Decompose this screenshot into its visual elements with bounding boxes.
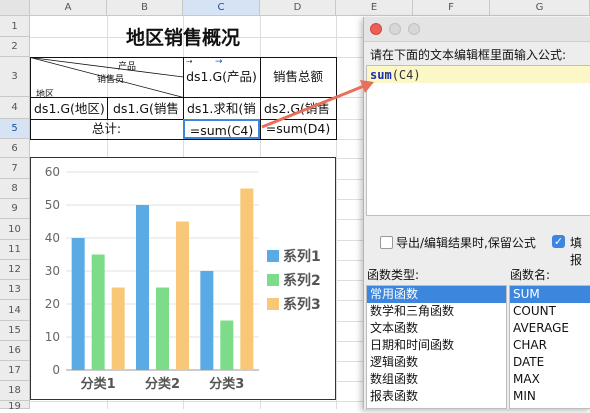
- function-name-item[interactable]: COUNT: [510, 303, 590, 320]
- formula-prompt: 请在下面的文本编辑框里面输入公式:: [370, 48, 567, 62]
- formula-argument: (C4): [391, 68, 421, 82]
- cell-a4[interactable]: ds1.G(地区): [31, 98, 107, 119]
- zoom-icon[interactable]: [408, 23, 420, 35]
- y-tick-label: 50: [45, 198, 60, 212]
- total-label[interactable]: 总计:: [30, 119, 183, 139]
- export-keep-formula-label: 导出/编辑结果时,保留公式: [396, 236, 536, 250]
- bar: [136, 205, 149, 370]
- function-type-item[interactable]: 报表函数: [367, 388, 506, 405]
- fill-label: 填报: [570, 236, 583, 267]
- function-type-item[interactable]: 常用函数: [367, 286, 506, 303]
- function-type-item[interactable]: 日期和时间函数: [367, 337, 506, 354]
- bar: [156, 287, 169, 370]
- function-name-header: 函数名:: [510, 268, 551, 282]
- bar: [71, 238, 85, 370]
- close-icon[interactable]: [370, 23, 382, 35]
- fill-checkbox[interactable]: ✓: [552, 235, 565, 248]
- formula-function: sum: [370, 68, 392, 82]
- expand-arrow-icon: →: [215, 57, 223, 67]
- y-tick-label: 20: [45, 297, 60, 311]
- function-name-item[interactable]: SUM: [510, 286, 590, 303]
- function-type-item[interactable]: 逻辑函数: [367, 354, 506, 371]
- function-name-item[interactable]: MIN: [510, 388, 590, 405]
- cell-d4[interactable]: ds2.G(销售: [261, 98, 336, 119]
- corner-label-product: 产品: [118, 62, 137, 72]
- function-type-header: 函数类型:: [367, 268, 420, 282]
- legend-swatch: [267, 250, 279, 262]
- bar: [91, 254, 105, 370]
- bar: [176, 221, 189, 370]
- legend-swatch: [267, 298, 279, 310]
- legend-label: 系列3: [283, 296, 321, 313]
- bar: [220, 320, 234, 370]
- bar: [111, 287, 125, 370]
- x-category-label: 分类1: [81, 376, 116, 392]
- bar-chart[interactable]: 0 10 20 30 40 50 60 分类1 分类2 分类3 系列1 系列2 系列3: [30, 157, 336, 400]
- cell-c4[interactable]: ds1.求和(销: [184, 98, 260, 119]
- function-name-item[interactable]: DATE: [510, 354, 590, 371]
- expand-right-marker-icon: ⇢: [186, 57, 193, 66]
- y-tick-label: 60: [45, 165, 60, 179]
- y-tick-label: 10: [45, 330, 60, 344]
- export-keep-formula-checkbox[interactable]: [380, 236, 393, 249]
- y-tick-label: 40: [45, 231, 60, 245]
- function-name-item[interactable]: AVERAGE: [510, 320, 590, 337]
- function-type-item[interactable]: 数学和三角函数: [367, 303, 506, 320]
- legend-label: 系列1: [283, 248, 321, 265]
- minimize-icon[interactable]: [389, 23, 401, 35]
- formula-dialog: 请在下面的文本编辑框里面输入公式: sum(C4) 导出/编辑结果时,保留公式 …: [363, 17, 590, 409]
- x-category-label: 分类3: [209, 376, 244, 392]
- report-title[interactable]: 地区销售概况: [30, 20, 336, 57]
- chart-canvas: 0 10 20 30 40 50 60 分类1 分类2 分类3 系列1 系列2 系列3: [45, 165, 321, 392]
- bar: [200, 271, 214, 370]
- function-type-item[interactable]: 文本函数: [367, 320, 506, 337]
- legend-swatch: [267, 274, 279, 286]
- function-type-list[interactable]: 常用函数 数学和三角函数 文本函数 日期和时间函数 逻辑函数 数组函数 报表函数: [366, 285, 507, 409]
- bar: [240, 188, 254, 370]
- cell-b4[interactable]: ds1.G(销售: [108, 98, 183, 119]
- x-category-label: 分类2: [145, 376, 180, 392]
- corner-label-salesperson: 销售员: [97, 75, 125, 85]
- formula-editor[interactable]: sum(C4): [366, 65, 590, 216]
- legend-label: 系列2: [283, 272, 321, 289]
- cell-c5-selected[interactable]: =sum(C4): [183, 119, 260, 139]
- function-name-list[interactable]: SUM COUNT AVERAGE CHAR DATE MAX MIN: [509, 285, 590, 409]
- cell-d3[interactable]: 销售总额: [260, 57, 336, 97]
- dialog-titlebar[interactable]: [364, 17, 590, 42]
- y-tick-label: 30: [45, 264, 60, 278]
- function-type-item[interactable]: 数组函数: [367, 371, 506, 388]
- function-name-item[interactable]: CHAR: [510, 337, 590, 354]
- y-tick-label: 0: [52, 363, 60, 377]
- cell-d5[interactable]: =sum(D4): [260, 119, 336, 139]
- function-name-item[interactable]: MAX: [510, 371, 590, 388]
